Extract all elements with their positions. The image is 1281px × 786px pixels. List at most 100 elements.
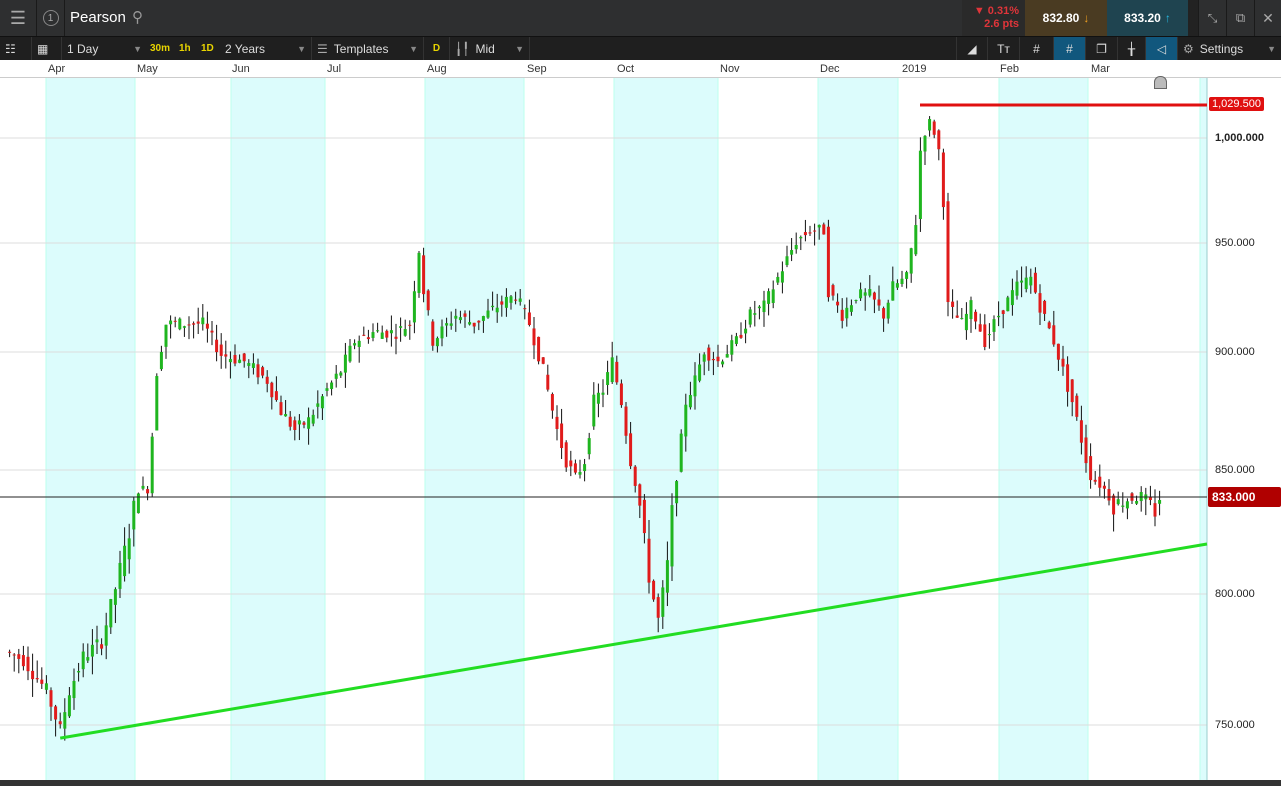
- templates-select[interactable]: ☰ Templates ▼: [312, 37, 424, 60]
- candle-body: [573, 463, 577, 473]
- layout-icon[interactable]: ▦: [32, 37, 62, 60]
- candle-body: [302, 422, 306, 425]
- price-label-icon[interactable]: ◁: [1146, 37, 1178, 60]
- candle-body: [932, 121, 936, 135]
- draw-line-icon[interactable]: ◢: [956, 37, 988, 60]
- candle-body: [707, 347, 711, 361]
- candle-body: [859, 289, 863, 299]
- candle-body: [348, 345, 352, 362]
- candle-body: [136, 493, 140, 514]
- candle-body: [711, 358, 715, 361]
- text-icon[interactable]: Tт: [988, 37, 1020, 60]
- settings-button[interactable]: ⚙ Settings ▼: [1178, 37, 1281, 60]
- chevron-down-icon: ▼: [515, 43, 524, 54]
- interval-1d-button[interactable]: 1D: [197, 37, 218, 60]
- month-label: Sep: [527, 63, 547, 75]
- candle-body: [610, 357, 614, 383]
- candle-body: [606, 372, 610, 386]
- minimize-icon[interactable]: ⤡: [1199, 0, 1227, 36]
- candle-body: [997, 315, 1001, 318]
- sell-button[interactable]: 832.80 ↓: [1025, 0, 1107, 36]
- y-tick-label: 800.000: [1215, 588, 1255, 600]
- crosshair-grid-icon[interactable]: #: [1054, 37, 1086, 60]
- candle-body: [1098, 476, 1102, 488]
- candle-body: [219, 344, 223, 356]
- price-type-select[interactable]: ╽╿ Mid ▼: [450, 37, 530, 60]
- interval-1h-button[interactable]: 1h: [175, 37, 195, 60]
- instrument-title[interactable]: Pearson: [70, 9, 126, 26]
- candle-body: [1153, 503, 1157, 517]
- candle-body: [357, 340, 361, 347]
- interval-30m-button[interactable]: 30m: [147, 37, 173, 60]
- candle-body: [1047, 322, 1051, 329]
- candle-body: [652, 580, 656, 600]
- candle-body: [698, 364, 702, 381]
- candle-body: [205, 323, 209, 329]
- candles-icon: ╽╿: [455, 41, 470, 56]
- candle-body: [1070, 379, 1074, 403]
- candle-body: [44, 683, 48, 690]
- d-badge[interactable]: D: [424, 37, 450, 60]
- search-icon[interactable]: ⚲: [132, 8, 143, 26]
- month-label: Oct: [617, 63, 635, 75]
- month-label: May: [137, 63, 158, 75]
- buy-button[interactable]: 833.20 ↑: [1107, 0, 1188, 36]
- candle-body: [261, 367, 265, 376]
- menu-icon[interactable]: ☰: [0, 0, 37, 36]
- chevron-down-icon: ▼: [133, 43, 142, 54]
- interval-select[interactable]: 1 Day ▼: [62, 37, 147, 60]
- candle-body: [762, 300, 766, 313]
- candle-body: [325, 388, 329, 391]
- list-icon[interactable]: ☷: [0, 37, 32, 60]
- popout-icon[interactable]: ⧉: [1227, 0, 1255, 36]
- candle-body: [845, 307, 849, 319]
- candle-body: [978, 324, 982, 332]
- candle-body: [803, 232, 807, 236]
- candle-body: [854, 299, 858, 301]
- candle-body: [481, 316, 485, 321]
- candle-body: [721, 361, 725, 365]
- drag-handle[interactable]: [1188, 0, 1199, 36]
- candle-body: [123, 545, 127, 577]
- candle-body: [744, 328, 748, 334]
- scroll-to-latest-icon[interactable]: [1154, 76, 1167, 89]
- candle-body: [785, 256, 789, 266]
- candle-body: [192, 323, 196, 325]
- layers-icon[interactable]: ❐: [1086, 37, 1118, 60]
- candle-body: [215, 339, 219, 353]
- candle-body: [187, 324, 191, 326]
- indicator-icon[interactable]: ╁: [1118, 37, 1146, 60]
- candle-body: [987, 334, 991, 336]
- range-select[interactable]: 2 Years ▼: [220, 37, 312, 60]
- candle-body: [8, 651, 12, 653]
- chevron-down-icon: ▼: [297, 43, 306, 54]
- month-label: Feb: [1000, 63, 1019, 75]
- candle-body: [771, 289, 775, 303]
- candle-body: [767, 291, 771, 304]
- candle-body: [799, 236, 803, 239]
- window-number-badge[interactable]: 1: [37, 0, 65, 36]
- resistance-price-label: 1,029.500: [1209, 97, 1264, 111]
- candle-body: [642, 499, 646, 534]
- grid-icon[interactable]: #: [1020, 37, 1054, 60]
- close-icon[interactable]: ✕: [1255, 0, 1281, 36]
- candle-body: [550, 394, 554, 411]
- candle-body: [716, 356, 720, 362]
- price-change: ▼ 0.31% 2.6 pts: [962, 0, 1025, 36]
- candle-body: [1043, 300, 1047, 314]
- candle-body: [1052, 325, 1056, 345]
- candle-body: [923, 135, 927, 152]
- candle-body: [440, 326, 444, 339]
- candle-body: [141, 485, 145, 489]
- candle-body: [449, 323, 453, 326]
- price-chart[interactable]: [0, 78, 1281, 786]
- candle-body: [242, 353, 246, 362]
- candle-body: [638, 484, 642, 506]
- interval-value: 1 Day: [67, 41, 99, 56]
- candle-body: [210, 330, 214, 333]
- candle-body: [831, 285, 835, 296]
- candle-body: [546, 374, 550, 390]
- candle-body: [477, 320, 481, 323]
- top-bar: ☰ 1 Pearson ⚲ ▼ 0.31% 2.6 pts 832.80 ↓ 833…: [0, 0, 1281, 37]
- candle-body: [725, 354, 729, 358]
